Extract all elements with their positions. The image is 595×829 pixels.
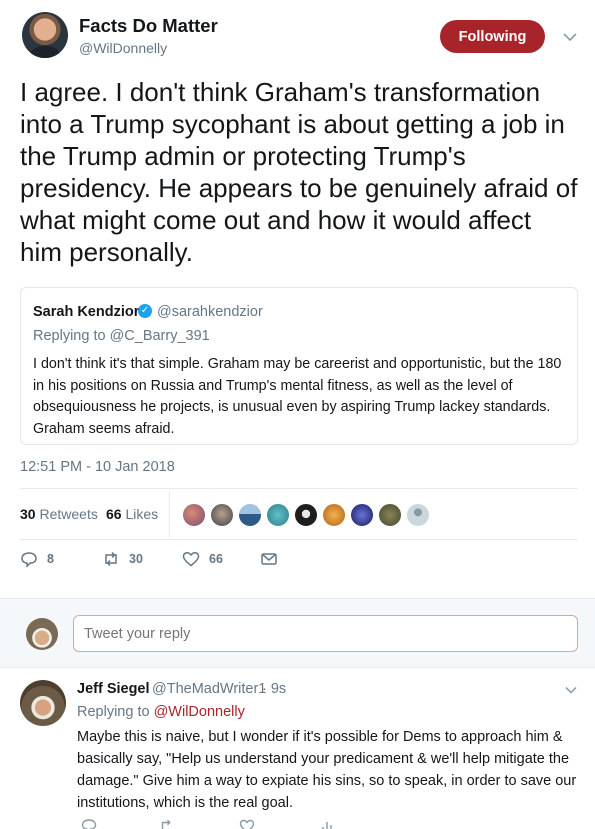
likes-count: 66 (106, 506, 122, 522)
liker-avatar[interactable] (294, 503, 318, 527)
quoted-replying-to: Replying to @C_Barry_391 (33, 328, 210, 344)
retweets-label: Retweets (39, 506, 98, 522)
reply-icon[interactable] (81, 818, 97, 829)
liker-avatar[interactable] (378, 503, 402, 527)
reply-icon (21, 552, 37, 568)
reply-author-name[interactable]: Jeff Siegel (77, 681, 150, 697)
reply-author-avatar[interactable] (20, 680, 66, 726)
author-avatar[interactable] (22, 12, 68, 58)
tweet-actions: 8 30 66 (20, 548, 320, 572)
tweet-stats: 30 Retweets 66 Likes (20, 488, 578, 540)
retweets-count: 30 (20, 506, 36, 522)
retweet-icon[interactable] (159, 818, 175, 829)
like-action[interactable]: 66 (182, 550, 223, 568)
retweets-stat[interactable]: 30 Retweets (20, 506, 98, 522)
tweet-text: I agree. I don't think Graham's transfor… (20, 77, 578, 267)
liker-avatar[interactable] (266, 503, 290, 527)
replying-to-prefix: Replying to (77, 704, 154, 720)
liker-avatar[interactable] (238, 503, 262, 527)
likes-stat[interactable]: 66 Likes (106, 506, 158, 522)
reply-text: Maybe this is naive, but I wonder if it'… (77, 729, 577, 811)
reply-timestamp[interactable]: · 9s (262, 681, 286, 697)
quoted-tweet-text: I don't think it's that simple. Graham m… (33, 356, 562, 437)
liker-avatar[interactable] (322, 503, 346, 527)
tweet-header: Facts Do Matter @WilDonnelly Following (0, 0, 595, 70)
reply-tweet[interactable]: Jeff Siegel @TheMadWriter1 · 9s Replying… (0, 668, 595, 829)
direct-message-action[interactable] (260, 550, 278, 568)
author-handle[interactable]: @WilDonnelly (79, 40, 167, 56)
tweet-timestamp[interactable]: 12:51 PM - 10 Jan 2018 (20, 459, 175, 475)
retweet-action[interactable]: 30 (102, 550, 143, 568)
reply-action[interactable]: 8 (20, 550, 54, 568)
liker-avatar[interactable] (210, 503, 234, 527)
liker-avatar[interactable] (182, 503, 206, 527)
heart-icon (182, 551, 200, 567)
heart-icon[interactable] (239, 818, 255, 829)
current-user-avatar[interactable] (26, 618, 58, 650)
reply-replying-to: Replying to @WilDonnelly (77, 704, 245, 720)
reply-count: 8 (47, 552, 54, 566)
retweet-icon (105, 551, 117, 567)
like-count: 66 (209, 552, 223, 566)
chevron-down-icon[interactable] (561, 28, 579, 46)
retweet-count: 30 (129, 552, 143, 566)
likes-label: Likes (125, 506, 159, 522)
liker-avatar-default[interactable] (406, 503, 430, 527)
reply-input[interactable] (73, 615, 578, 652)
envelope-icon (261, 553, 277, 565)
verified-icon: ✓ (138, 304, 152, 318)
reply-author-handle[interactable]: @TheMadWriter1 (152, 681, 266, 697)
quoted-author-handle: @sarahkendzior (157, 304, 263, 320)
reply-actions (77, 816, 377, 829)
replying-to-link[interactable]: @WilDonnelly (154, 704, 245, 720)
liker-avatar[interactable] (350, 503, 374, 527)
reply-composer (0, 598, 595, 668)
stats-divider (169, 491, 170, 538)
following-button[interactable]: Following (440, 20, 545, 53)
analytics-icon[interactable] (319, 818, 335, 829)
author-display-name[interactable]: Facts Do Matter (79, 15, 218, 37)
chevron-down-icon[interactable] (563, 682, 579, 698)
quoted-tweet[interactable]: Sarah Kendzior ✓ @sarahkendzior Replying… (20, 287, 578, 445)
quoted-author-name: Sarah Kendzior (33, 304, 140, 320)
